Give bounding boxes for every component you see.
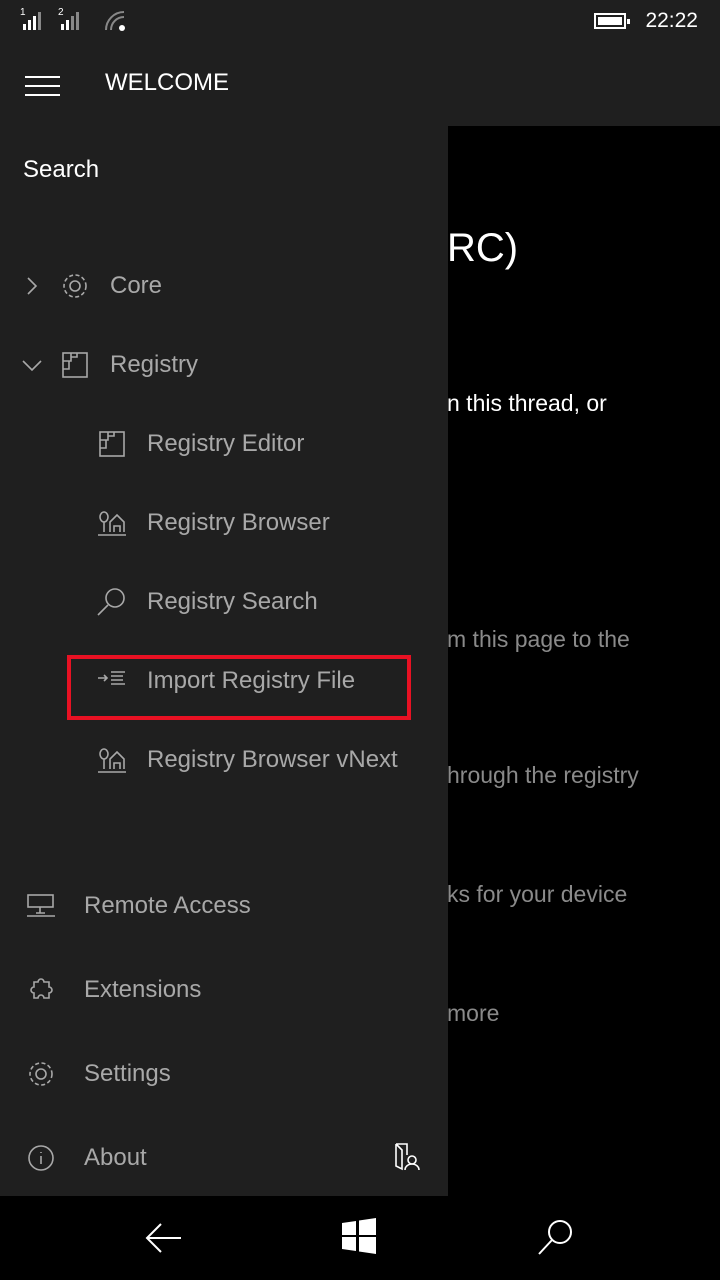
nav-item-label: Core xyxy=(110,272,163,299)
hamburger-menu-button[interactable] xyxy=(25,76,60,96)
back-icon[interactable] xyxy=(145,1222,183,1254)
page-title: WELCOME xyxy=(105,69,230,96)
nav-item-registry-browser[interactable]: Registry Browser xyxy=(97,493,330,553)
windows-start-icon[interactable] xyxy=(341,1218,377,1254)
svg-text:1: 1 xyxy=(20,7,26,18)
registry-icon xyxy=(97,429,127,459)
search-icon[interactable] xyxy=(537,1218,575,1256)
registry-icon xyxy=(60,350,90,380)
tree-house-icon xyxy=(97,508,127,538)
puzzle-icon xyxy=(26,975,56,1005)
nav-item-label: Remote Access xyxy=(84,892,251,919)
battery-icon xyxy=(594,13,630,29)
nav-item-label: Registry Browser vNext xyxy=(147,746,398,773)
content-text: m this page to the xyxy=(447,626,630,652)
info-icon xyxy=(26,1143,56,1173)
signal-icon: 1 xyxy=(20,7,41,30)
nav-item-label: Extensions xyxy=(84,976,202,1003)
tree-house-icon xyxy=(97,745,127,775)
gear-icon xyxy=(26,1059,56,1089)
nav-item-import-registry-file[interactable]: Import Registry File xyxy=(97,651,355,711)
nav-item-label: About xyxy=(84,1144,147,1171)
app-header: WELCOME xyxy=(0,42,720,126)
content-text: n this thread, or xyxy=(447,390,607,416)
clock: 22:22 xyxy=(645,9,698,32)
gear-icon xyxy=(60,271,90,301)
system-nav-bar xyxy=(0,1196,720,1280)
status-bar: 1 2 22:22 xyxy=(0,0,720,42)
nav-item-registry[interactable]: Registry xyxy=(22,335,198,395)
nav-item-label: Import Registry File xyxy=(147,667,356,694)
wifi-icon xyxy=(105,11,125,31)
nav-item-label: Registry Search xyxy=(147,588,318,615)
search-button[interactable]: Search xyxy=(23,156,99,184)
nav-item-about[interactable]: About xyxy=(26,1128,147,1188)
content-text: more xyxy=(447,1000,500,1026)
nav-item-registry-search[interactable]: Registry Search xyxy=(97,572,318,632)
nav-item-settings[interactable]: Settings xyxy=(26,1044,171,1104)
search-icon xyxy=(97,587,127,617)
account-icon[interactable] xyxy=(394,1142,420,1172)
nav-item-label: Registry Browser xyxy=(147,509,330,536)
navigation-pane: Search Core Registry Registry Editor Reg… xyxy=(0,126,448,1196)
chevron-down-icon xyxy=(22,360,42,372)
nav-item-remote-access[interactable]: Remote Access xyxy=(26,876,251,936)
nav-item-label: Registry Editor xyxy=(147,430,305,457)
content-text: ks for your device xyxy=(447,881,628,907)
chevron-right-icon xyxy=(27,277,38,295)
nav-item-registry-browser-vnext[interactable]: Registry Browser vNext xyxy=(97,730,398,790)
nav-item-registry-editor[interactable]: Registry Editor xyxy=(97,414,304,474)
nav-item-label: Registry xyxy=(110,351,199,378)
svg-text:2: 2 xyxy=(58,7,64,18)
signal-icon: 2 xyxy=(58,7,79,30)
content-text: hrough the registry xyxy=(447,762,639,788)
nav-item-label: Settings xyxy=(84,1060,171,1087)
nav-item-core[interactable]: Core xyxy=(22,256,162,316)
nav-item-extensions[interactable]: Extensions xyxy=(26,960,201,1020)
remote-desktop-icon xyxy=(26,891,56,921)
import-icon xyxy=(97,666,127,696)
content-heading: RC) xyxy=(447,226,519,270)
